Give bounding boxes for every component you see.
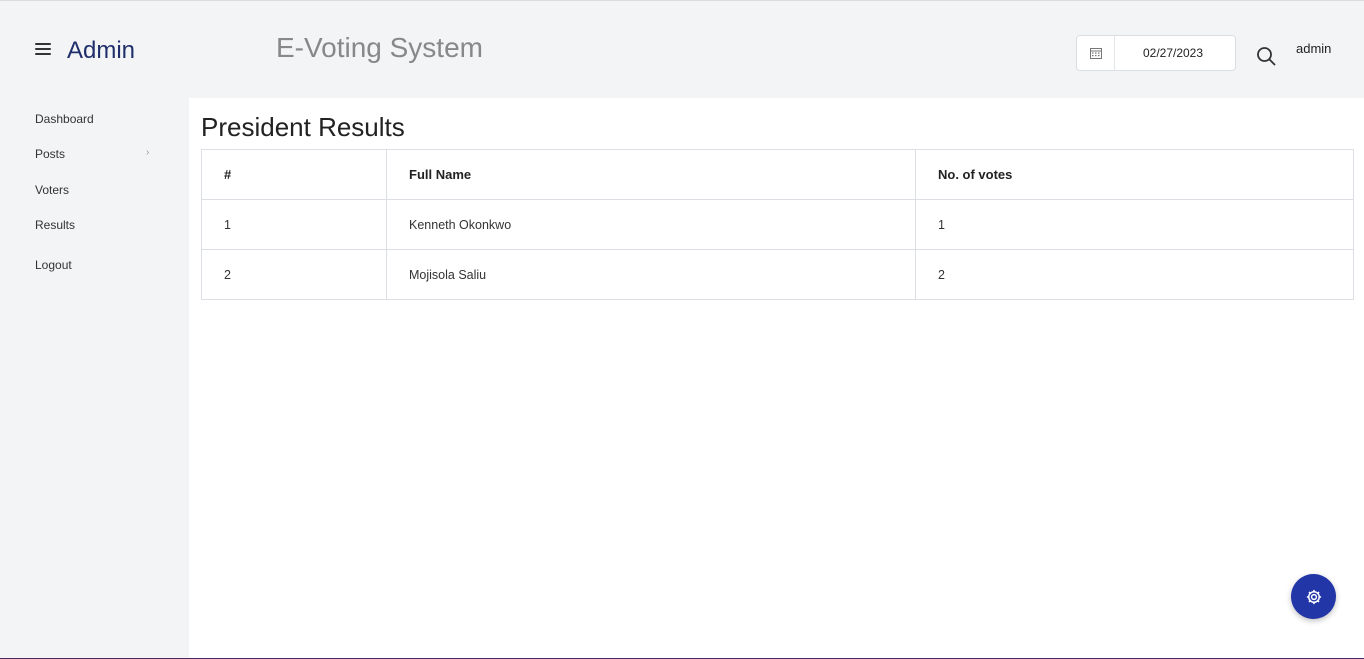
gear-icon [1306,589,1321,604]
cell-votes: 1 [915,199,1354,250]
table-row: 2 Mojisola Saliu 2 [201,249,1354,300]
hamburger-icon[interactable] [35,43,51,55]
results-table: # Full Name No. of votes 1 Kenneth Okonk… [201,149,1354,300]
app-title: E-Voting System [276,32,483,63]
cell-index: 1 [201,199,387,250]
chevron-right-icon[interactable]: › [146,147,149,158]
column-header-index: # [201,149,387,200]
main-content: President Results # Full Name No. of vot… [189,98,1364,658]
sidebar-item-dashboard[interactable]: Dashboard [35,112,94,126]
sidebar-item-results[interactable]: Results [35,218,75,232]
cell-votes: 2 [915,249,1354,300]
brand-title: Admin [67,37,136,64]
page-title: President Results [201,112,405,142]
calendar-icon[interactable] [1077,36,1115,70]
column-header-full-name: Full Name [386,149,916,200]
sidebar-item-posts[interactable]: Posts [35,147,65,161]
date-picker[interactable]: 02/27/2023 [1076,35,1236,71]
top-header: Admin E-Voting System 02/27/2023 admin [0,1,1364,98]
user-menu[interactable]: admin [1296,41,1331,56]
cell-full-name: Kenneth Okonkwo [386,199,916,250]
settings-button[interactable] [1291,574,1336,619]
search-icon[interactable] [1256,46,1276,66]
cell-full-name: Mojisola Saliu [386,249,916,300]
table-header-row: # Full Name No. of votes [201,149,1354,200]
cell-index: 2 [201,249,387,300]
column-header-votes: No. of votes [915,149,1354,200]
sidebar: Dashboard Posts › Voters Results Logout [0,98,189,658]
sidebar-item-logout[interactable]: Logout [35,258,72,272]
date-value[interactable]: 02/27/2023 [1115,46,1235,60]
table-row: 1 Kenneth Okonkwo 1 [201,199,1354,250]
sidebar-item-voters[interactable]: Voters [35,183,69,197]
